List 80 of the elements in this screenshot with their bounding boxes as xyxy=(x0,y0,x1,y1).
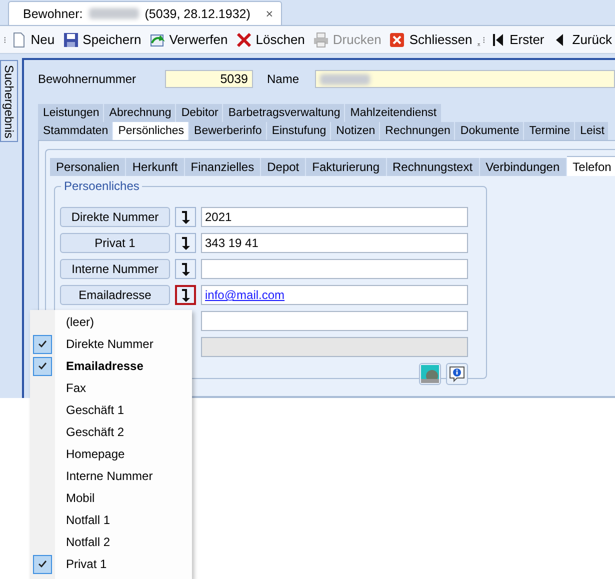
toolbar-button[interactable]: Erster xyxy=(486,30,548,50)
tab-title: Bewohner: xyxy=(23,6,83,20)
tab[interactable]: Debitor xyxy=(176,104,224,122)
input-field[interactable]: 2021 xyxy=(201,207,468,227)
input-field[interactable] xyxy=(201,259,468,279)
toolbar-button[interactable]: Zurück xyxy=(549,30,615,50)
menu-item[interactable]: Emailadresse xyxy=(30,355,192,377)
tab-title-details: (5039, 28.12.1932) xyxy=(144,6,250,20)
field-label: Name xyxy=(267,72,300,86)
check-icon xyxy=(38,340,47,348)
menu-item[interactable]: Mobil xyxy=(30,487,192,509)
refresh-document-icon xyxy=(149,32,166,48)
toolbar-button[interactable]: Speichern xyxy=(60,30,144,50)
menu-item[interactable]: Geschäft 2 xyxy=(30,421,192,443)
label-button[interactable]: Privat 1 xyxy=(60,233,170,253)
side-tab[interactable]: Suchergebnis xyxy=(0,60,18,142)
printer-icon xyxy=(312,32,329,48)
picture-button[interactable] xyxy=(419,363,441,385)
close-icon xyxy=(389,32,406,48)
input-field[interactable] xyxy=(201,311,468,331)
down-arrow-icon xyxy=(180,235,190,251)
info-icon xyxy=(448,365,466,383)
menu-item[interactable]: Interne Nummer xyxy=(30,465,192,487)
tab[interactable]: Persönliches xyxy=(113,122,190,140)
toolbar-button[interactable]: Verwerfen xyxy=(146,30,231,50)
tab[interactable]: Termine xyxy=(524,122,576,140)
tab[interactable]: Verbindungen xyxy=(480,158,567,176)
tab[interactable]: Rechnungen xyxy=(380,122,456,140)
tab[interactable]: Stammdaten xyxy=(38,122,114,140)
tab[interactable]: Finanzielles xyxy=(184,158,262,176)
name-field[interactable] xyxy=(315,70,615,88)
input-field[interactable]: 343 19 41 xyxy=(201,233,468,253)
tab[interactable]: Leistungen xyxy=(38,104,104,122)
tab[interactable]: Mahlzeitendienst xyxy=(345,104,442,122)
save-icon xyxy=(62,32,79,48)
menu-item[interactable]: Geschäft 1 xyxy=(30,399,192,421)
menu-item[interactable]: Notfall 1 xyxy=(30,509,192,531)
menu-item[interactable]: Homepage xyxy=(30,443,192,465)
info-button[interactable] xyxy=(446,363,468,385)
menu-item[interactable]: (leer) xyxy=(30,311,192,333)
blurred-name xyxy=(88,8,139,19)
tab[interactable]: Barbetragsverwaltung xyxy=(223,104,346,122)
tab[interactable]: Notizen xyxy=(331,122,380,140)
document-icon xyxy=(10,32,27,48)
dropdown-button[interactable] xyxy=(175,285,196,305)
delete-icon xyxy=(236,32,252,48)
tab[interactable]: Rechnungstext xyxy=(386,158,480,176)
tab[interactable]: Einstufung xyxy=(266,122,332,140)
landscape-icon xyxy=(421,365,439,383)
field-label: Bewohnernummer xyxy=(38,72,138,86)
dropdown-button[interactable] xyxy=(175,259,196,279)
menu-item[interactable]: Privat 1 xyxy=(30,553,192,575)
group-title: Persoenliches xyxy=(61,179,142,193)
tab[interactable]: Bewerberinfo xyxy=(189,122,267,140)
check-icon xyxy=(38,362,47,370)
tab[interactable]: Telefon xyxy=(566,156,615,176)
dropdown-button[interactable] xyxy=(175,233,196,253)
blurred-name xyxy=(320,74,370,84)
tab[interactable]: Abrechnung xyxy=(104,104,176,122)
email-link[interactable]: info@mail.com xyxy=(205,288,285,302)
menu-item[interactable]: Notfall 2 xyxy=(30,531,192,553)
number-field[interactable]: 5039 xyxy=(165,70,253,88)
document-tab[interactable]: Bewohner: (5039, 28.12.1932) × xyxy=(8,1,282,25)
tab[interactable]: Dokumente xyxy=(455,122,524,140)
input-field[interactable]: info@mail.com xyxy=(201,285,468,305)
label-button[interactable]: Interne Nummer xyxy=(60,259,170,279)
down-arrow-icon xyxy=(180,287,190,303)
down-arrow-icon xyxy=(180,261,190,277)
down-arrow-icon xyxy=(180,209,190,225)
menu-item[interactable]: Direkte Nummer xyxy=(30,333,192,355)
toolbar-button[interactable]: Schliessen xyxy=(386,30,476,50)
label-button[interactable]: Direkte Nummer xyxy=(60,207,170,227)
check-icon xyxy=(38,560,47,568)
menu-item[interactable]: Fax xyxy=(30,377,192,399)
dropdown-button[interactable] xyxy=(175,207,196,227)
label-button[interactable]: Emailadresse xyxy=(60,285,170,305)
tab[interactable]: Leist xyxy=(575,122,610,140)
toolbar-button[interactable]: Neu xyxy=(8,30,58,50)
toolbar-button[interactable]: Löschen xyxy=(232,30,308,50)
close-tab-button[interactable]: × xyxy=(266,6,273,20)
